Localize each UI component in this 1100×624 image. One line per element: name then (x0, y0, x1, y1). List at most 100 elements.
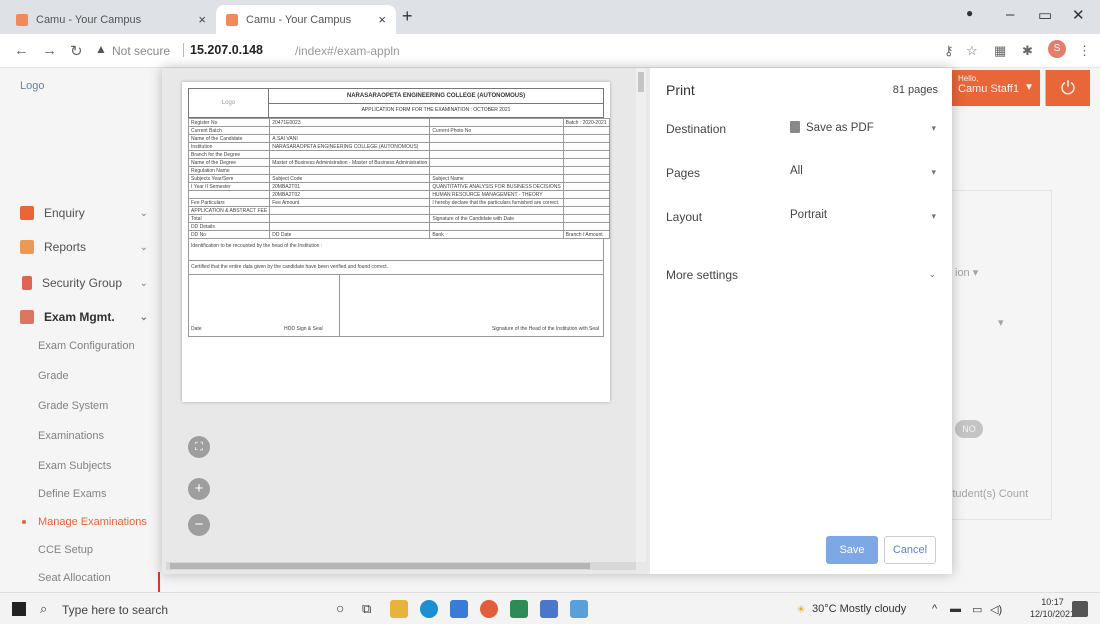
layout-select[interactable]: Portrait (790, 209, 936, 227)
security-label[interactable]: Not secure (112, 44, 170, 58)
edge-icon[interactable] (420, 600, 438, 618)
document-cell: QUANTITATIVE ANALYSIS FOR BUSINESS DECIS… (429, 182, 564, 191)
weather-icon[interactable]: ☀ (796, 603, 806, 616)
document-cell: HUMAN RESOURCE MANAGEMENT - THEORY (429, 190, 564, 199)
task-view-icon[interactable]: ⧉ (362, 601, 371, 617)
menu-icon[interactable]: ⋮ (1078, 43, 1091, 59)
destination-row: Destination Save as PDF ▾ (666, 118, 938, 142)
back-icon[interactable]: ← (14, 42, 29, 59)
vertical-scrollbar[interactable] (636, 68, 646, 562)
zoom-out-icon[interactable]: − (188, 514, 210, 536)
horizontal-scrollbar[interactable] (166, 562, 636, 570)
forward-icon[interactable]: → (42, 42, 57, 59)
dropdown-arrow-icon[interactable]: ▾ (931, 167, 936, 178)
scroll-thumb[interactable] (638, 72, 644, 92)
zoom-in-icon[interactable]: + (188, 478, 210, 500)
document-cell (269, 166, 431, 175)
cortana-icon[interactable]: ○ (336, 600, 344, 616)
document-cell (429, 134, 564, 143)
more-settings-label: More settings (666, 268, 739, 282)
head-signature-label: Signature of the Head of the Institution… (491, 326, 599, 332)
document-cell (429, 150, 564, 159)
document-row: Register No 20471E0023 Batch : 2020-2021 (187, 118, 610, 127)
document-row: Regulation Name (187, 166, 610, 175)
tray-chevron-icon[interactable]: ^ (932, 603, 937, 615)
destination-value: Save as PDF (806, 122, 874, 134)
store-icon[interactable] (450, 600, 468, 618)
document-cell: Branch / Amount (562, 230, 610, 239)
dropdown-arrow-icon[interactable]: ▾ (931, 123, 936, 134)
pages-select[interactable]: All (790, 165, 936, 183)
close-tab-icon[interactable]: × (198, 12, 206, 27)
extension-icon[interactable]: ▦ (994, 43, 1006, 59)
url-path[interactable]: /index#/exam-appln (295, 44, 400, 58)
chrome-icon[interactable] (480, 600, 498, 618)
taskbar-search[interactable]: ⌕ Type here to search (32, 593, 282, 624)
document-cell: Subjects Year/Sem (187, 174, 271, 183)
system-clock[interactable]: 10:17 12/10/2021 (1030, 596, 1075, 620)
fit-page-icon[interactable]: ⛶ (188, 436, 210, 458)
chevron-down-icon: ⌄ (928, 269, 936, 279)
document-cell (562, 174, 610, 183)
dropdown-arrow-icon[interactable]: ▾ (931, 211, 936, 222)
document-cell (429, 166, 564, 175)
destination-select[interactable]: Save as PDF (790, 121, 936, 139)
puzzle-icon[interactable]: ✱ (1022, 43, 1033, 59)
document-cell: I hereby declare that the particulars fu… (429, 198, 564, 207)
pages-row: Pages All ▾ (666, 162, 938, 186)
layout-label: Layout (666, 210, 703, 224)
document-cell: Register No (187, 118, 271, 127)
print-preview[interactable]: Logo NARASARAOPETA ENGINEERING COLLEGE (… (162, 68, 650, 574)
notification-icon[interactable] (1072, 601, 1088, 617)
print-dialog: Logo NARASARAOPETA ENGINEERING COLLEGE (… (162, 68, 952, 574)
browser-tab[interactable]: Camu - Your Campus × (6, 5, 216, 34)
document-cell: 20MBA2T01 (269, 182, 431, 191)
browser-tab-active[interactable]: Camu - Your Campus × (216, 5, 396, 34)
document-cell: Subject Name (429, 174, 564, 183)
battery-icon[interactable]: ▭ (972, 603, 982, 616)
close-tab-icon[interactable]: × (378, 12, 386, 27)
profile-avatar[interactable]: S (1048, 40, 1066, 58)
signature-block: Date HOD Sign & Seal Signature of the He… (188, 275, 604, 337)
maximize-icon[interactable]: ▭ (1038, 6, 1052, 24)
document-title-block: NARASARAOPETA ENGINEERING COLLEGE (AUTON… (269, 89, 603, 117)
tab-search-icon[interactable]: ● (966, 6, 973, 20)
key-icon[interactable]: ⚷ (944, 43, 954, 59)
address-bar: ← → ↻ ▲ Not secure 15.207.0.148 /index#/… (0, 34, 1100, 68)
document-cell: A.SAI VANI (269, 134, 431, 143)
print-settings-panel: Print 81 pages Destination Save as PDF ▾… (650, 68, 952, 574)
reload-icon[interactable]: ↻ (70, 42, 83, 60)
file-explorer-icon[interactable] (390, 600, 408, 618)
document-header: Logo NARASARAOPETA ENGINEERING COLLEGE (… (188, 88, 604, 118)
warning-icon[interactable]: ▲ (95, 42, 107, 56)
print-title: Print (666, 82, 695, 98)
document-cell: NARASARAOPETA ENGINEERING COLLEGE (AUTON… (269, 142, 431, 151)
star-icon[interactable]: ☆ (966, 43, 978, 59)
weather-text[interactable]: 30°C Mostly cloudy (812, 603, 906, 615)
network-icon[interactable]: ▬ (950, 603, 961, 615)
document-cell (429, 206, 564, 215)
more-settings-row[interactable]: More settings ⌄ (666, 264, 938, 288)
clock-date: 12/10/2021 (1030, 609, 1076, 619)
cancel-button[interactable]: Cancel (884, 536, 936, 564)
volume-icon[interactable]: ◁) (990, 603, 1002, 616)
minimize-icon[interactable]: – (1006, 6, 1014, 23)
windows-start-icon[interactable] (12, 602, 26, 616)
document-cell (562, 190, 610, 199)
url-host[interactable]: 15.207.0.148 (190, 43, 263, 57)
document-row: Institution NARASARAOPETA ENGINEERING COL… (187, 142, 610, 151)
application-table: Register No 20471E0023 Batch : 2020-2021 Cu… (187, 118, 610, 239)
document-row: I Year II Semester 20MBA2T01 QUANTITATIVE … (187, 182, 610, 191)
document-cell: Master of Business Administration - Mast… (269, 158, 431, 167)
word-icon[interactable] (540, 600, 558, 618)
excel-icon[interactable] (510, 600, 528, 618)
save-button[interactable]: Save (826, 536, 878, 564)
layout-row: Layout Portrait ▾ (666, 206, 938, 230)
close-window-icon[interactable]: ✕ (1072, 6, 1085, 24)
photos-icon[interactable] (570, 600, 588, 618)
document-cell: Branch for the Degree (187, 150, 271, 159)
document-cell (187, 190, 271, 199)
note-text: Certified that the entire data given by … (191, 264, 389, 270)
scroll-thumb[interactable] (170, 563, 590, 569)
new-tab-button[interactable]: + (402, 6, 413, 27)
